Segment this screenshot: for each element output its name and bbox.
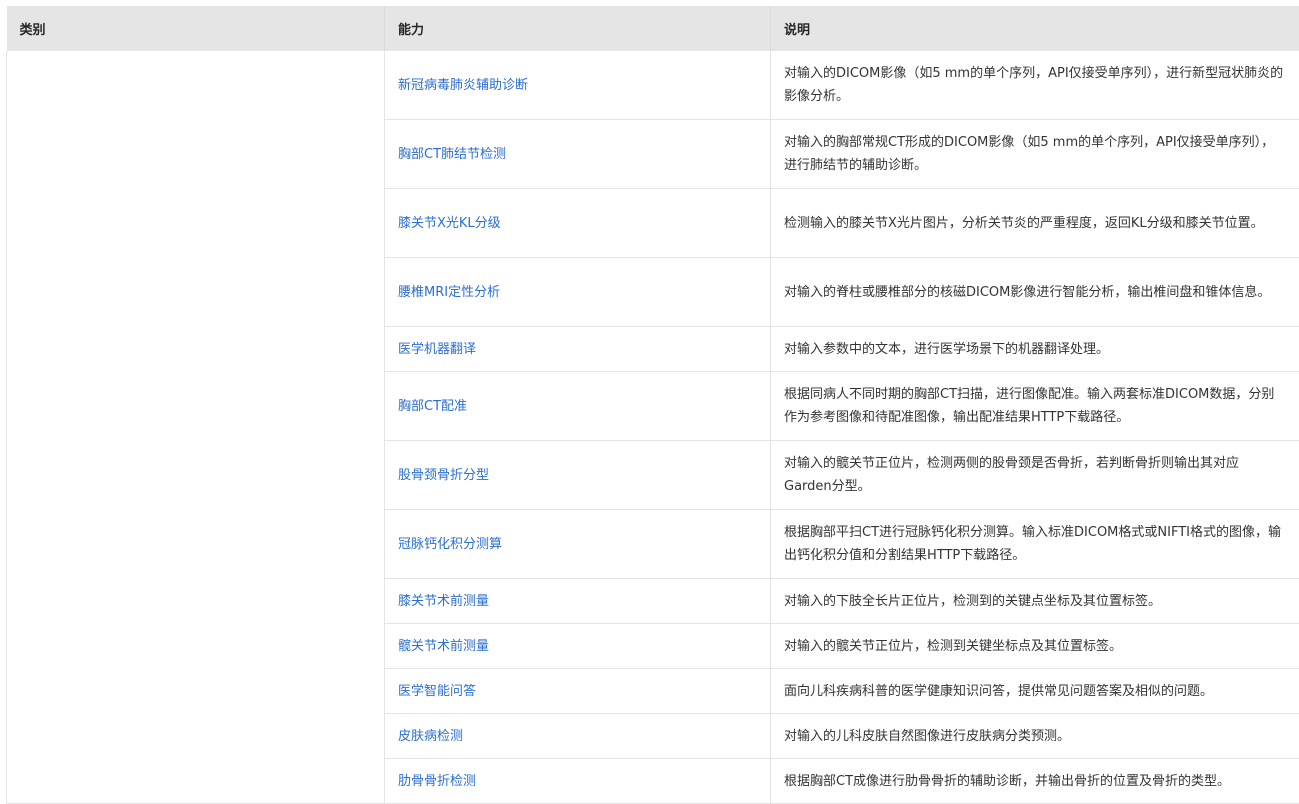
capability-link[interactable]: 股骨颈骨折分型 (398, 468, 489, 483)
capability-link[interactable]: 冠脉钙化积分测算 (398, 537, 502, 552)
description-cell: 对输入的髋关节正位片，检测到关键坐标点及其位置标签。 (771, 624, 1299, 669)
capability-link[interactable]: 胸部CT肺结节检测 (398, 147, 506, 162)
capability-cell: 医学机器翻译 (385, 327, 771, 372)
capability-cell: 胸部CT肺结节检测 (385, 120, 771, 189)
category-cell (7, 51, 385, 804)
table-header-row: 类别 能力 说明 (7, 6, 1299, 51)
capability-cell: 新冠病毒肺炎辅助诊断 (385, 51, 771, 120)
description-cell: 对输入的DICOM影像（如5 mm的单个序列，API仅接受单序列），进行新型冠状… (771, 51, 1299, 120)
capability-cell: 膝关节X光KL分级 (385, 189, 771, 258)
description-cell: 检测输入的膝关节X光片图片，分析关节炎的严重程度，返回KL分级和膝关节位置。 (771, 189, 1299, 258)
capability-link[interactable]: 医学机器翻译 (398, 342, 476, 357)
capability-link[interactable]: 腰椎MRI定性分析 (398, 285, 500, 300)
header-description: 说明 (771, 6, 1299, 51)
header-capability: 能力 (385, 6, 771, 51)
capability-link[interactable]: 胸部CT配准 (398, 399, 467, 414)
capability-table: 类别 能力 说明 新冠病毒肺炎辅助诊断 对输入的DICOM影像（如5 mm的单个… (6, 6, 1299, 804)
capability-cell: 医学智能问答 (385, 669, 771, 714)
description-cell: 面向儿科疾病科普的医学健康知识问答，提供常见问题答案及相似的问题。 (771, 669, 1299, 714)
capability-link[interactable]: 膝关节X光KL分级 (398, 216, 501, 231)
capability-cell: 股骨颈骨折分型 (385, 441, 771, 510)
description-cell: 对输入的脊柱或腰椎部分的核磁DICOM影像进行智能分析，输出椎间盘和锥体信息。 (771, 258, 1299, 327)
capability-link[interactable]: 皮肤病检测 (398, 729, 463, 744)
capability-cell: 腰椎MRI定性分析 (385, 258, 771, 327)
description-cell: 根据胸部平扫CT进行冠脉钙化积分测算。输入标准DICOM格式或NIFTI格式的图… (771, 510, 1299, 579)
description-cell: 对输入的胸部常规CT形成的DICOM影像（如5 mm的单个序列，API仅接受单序… (771, 120, 1299, 189)
capability-link[interactable]: 肋骨骨折检测 (398, 774, 476, 789)
capability-link[interactable]: 新冠病毒肺炎辅助诊断 (398, 78, 528, 93)
description-cell: 对输入的儿科皮肤自然图像进行皮肤病分类预测。 (771, 714, 1299, 759)
description-cell: 根据同病人不同时期的胸部CT扫描，进行图像配准。输入两套标准DICOM数据，分别… (771, 372, 1299, 441)
capability-link[interactable]: 髋关节术前测量 (398, 639, 489, 654)
description-cell: 对输入的下肢全长片正位片，检测到的关键点坐标及其位置标签。 (771, 579, 1299, 624)
capability-cell: 胸部CT配准 (385, 372, 771, 441)
capability-cell: 髋关节术前测量 (385, 624, 771, 669)
description-cell: 对输入参数中的文本，进行医学场景下的机器翻译处理。 (771, 327, 1299, 372)
capability-cell: 膝关节术前测量 (385, 579, 771, 624)
table-row: 新冠病毒肺炎辅助诊断 对输入的DICOM影像（如5 mm的单个序列，API仅接受… (7, 51, 1299, 120)
capability-link[interactable]: 膝关节术前测量 (398, 594, 489, 609)
capability-cell: 冠脉钙化积分测算 (385, 510, 771, 579)
description-cell: 根据胸部CT成像进行肋骨骨折的辅助诊断，并输出骨折的位置及骨折的类型。 (771, 759, 1299, 804)
header-category: 类别 (7, 6, 385, 51)
capability-link[interactable]: 医学智能问答 (398, 684, 476, 699)
capability-cell: 肋骨骨折检测 (385, 759, 771, 804)
capability-cell: 皮肤病检测 (385, 714, 771, 759)
description-cell: 对输入的髋关节正位片，检测两侧的股骨颈是否骨折，若判断骨折则输出其对应Garde… (771, 441, 1299, 510)
